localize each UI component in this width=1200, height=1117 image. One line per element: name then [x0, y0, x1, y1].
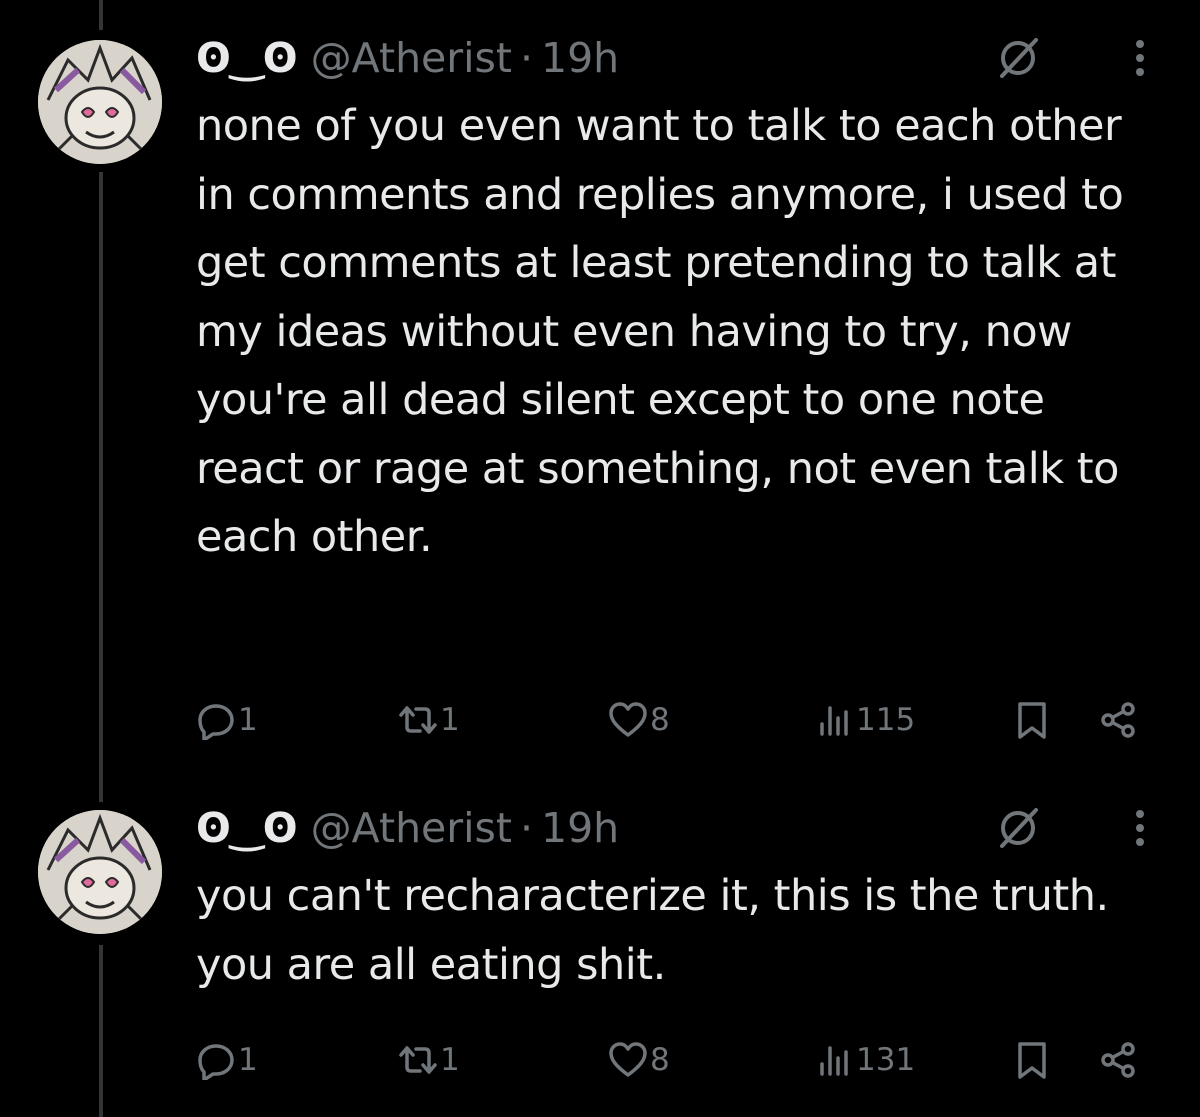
repost-button[interactable]: 1	[398, 696, 460, 744]
reply-icon	[198, 704, 234, 740]
display-name[interactable]: ʘ‿ʘ	[196, 34, 298, 82]
like-icon	[609, 1042, 647, 1077]
avatar[interactable]	[38, 40, 162, 164]
handle[interactable]: @Atherist	[311, 804, 512, 852]
tweet-text: none of you even want to talk to each ot…	[196, 101, 1124, 562]
handle[interactable]: @Atherist	[311, 34, 512, 82]
views-button[interactable]: 131	[814, 1036, 915, 1084]
display-name[interactable]: ʘ‿ʘ	[196, 804, 298, 852]
tweet-text: you can't recharacterize it, this is the…	[196, 871, 1109, 990]
reply-count: 1	[238, 1041, 258, 1078]
tweet[interactable]: ʘ‿ʘ @Atherist · 19h you can't recharacte…	[0, 798, 1200, 1117]
action-bar: 1 1 8 115	[0, 696, 1200, 744]
bookmark-icon	[1018, 1042, 1046, 1079]
tweet-header: ʘ‿ʘ @Atherist · 19h	[196, 798, 619, 858]
views-icon	[820, 1046, 848, 1076]
timestamp[interactable]: 19h	[541, 804, 619, 852]
thread-line-top	[99, 0, 103, 30]
repost-button[interactable]: 1	[398, 1036, 460, 1084]
tweet-header: ʘ‿ʘ @Atherist · 19h	[196, 28, 619, 88]
reply-button[interactable]: 1	[196, 1036, 258, 1084]
like-count: 8	[650, 1041, 670, 1078]
like-button[interactable]: 8	[608, 696, 670, 744]
like-icon	[609, 702, 647, 737]
bookmark-button[interactable]	[1012, 1036, 1054, 1084]
like-button[interactable]: 8	[608, 1036, 670, 1084]
views-button[interactable]: 115	[814, 696, 915, 744]
repost-icon	[399, 706, 437, 734]
share-button[interactable]	[1098, 696, 1140, 744]
action-bar: 1 1 8 131	[0, 1036, 1200, 1084]
share-button[interactable]	[1098, 1036, 1140, 1084]
grok-icon[interactable]	[994, 804, 1042, 852]
separator: ·	[519, 34, 534, 82]
views-icon	[820, 706, 848, 736]
grok-icon[interactable]	[994, 34, 1042, 82]
bookmark-button[interactable]	[1012, 696, 1054, 744]
separator: ·	[519, 804, 534, 852]
views-count: 115	[856, 701, 916, 738]
views-count: 131	[856, 1041, 916, 1078]
repost-icon	[399, 1046, 437, 1074]
reply-count: 1	[238, 701, 258, 738]
avatar[interactable]	[38, 810, 162, 934]
more-icon[interactable]	[1128, 804, 1152, 852]
share-icon	[1101, 702, 1135, 738]
more-icon[interactable]	[1128, 34, 1152, 82]
reply-icon	[198, 1044, 234, 1080]
share-icon	[1101, 1042, 1135, 1078]
reply-button[interactable]: 1	[196, 696, 258, 744]
bookmark-icon	[1018, 702, 1046, 739]
timestamp[interactable]: 19h	[541, 34, 619, 82]
like-count: 8	[650, 701, 670, 738]
repost-count: 1	[440, 1041, 460, 1078]
repost-count: 1	[440, 701, 460, 738]
tweet[interactable]: ʘ‿ʘ @Atherist · 19h none of you even wan…	[0, 28, 1200, 768]
